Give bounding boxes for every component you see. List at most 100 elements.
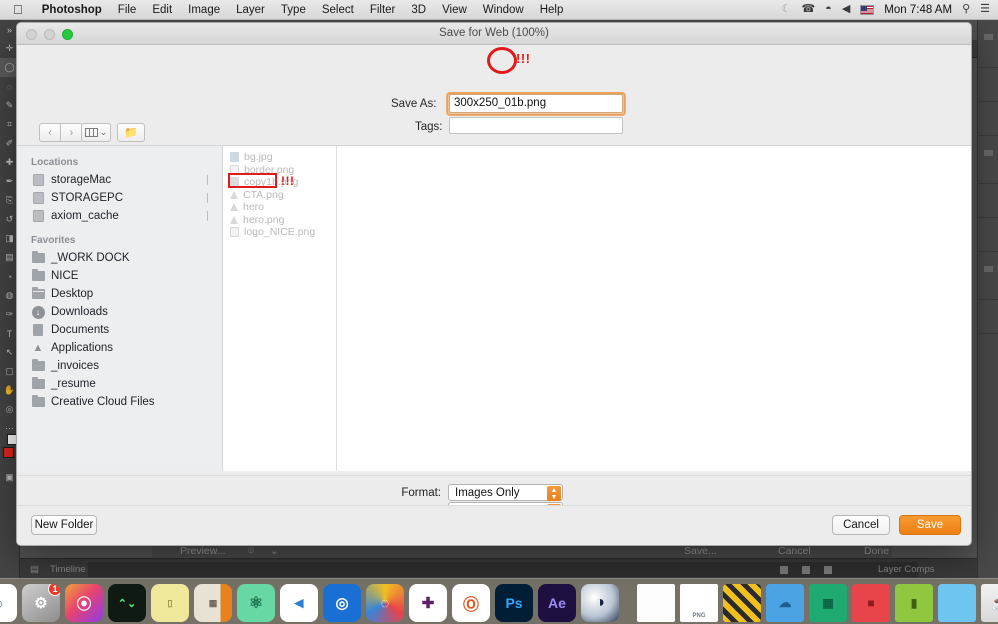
vscode-icon[interactable]: ◂ — [280, 584, 318, 622]
eject-icon[interactable]: ⏐ — [205, 211, 210, 222]
red-folder-icon[interactable]: ■ — [852, 584, 890, 622]
timeline-panel-label[interactable]: Timeline — [50, 564, 86, 575]
sidebar-item-storagepc[interactable]: STORAGEPC ⏐ — [17, 189, 222, 207]
format-dropdown[interactable]: Images Only ▲ ▼ — [448, 484, 563, 501]
list-item[interactable]: copy1b.png — [223, 176, 336, 189]
lime-folder-icon[interactable]: ▮ — [895, 584, 933, 622]
panel-icon-2[interactable] — [978, 68, 998, 102]
atom-icon[interactable]: ⚛ — [237, 584, 275, 622]
sfw-preview-button[interactable]: Preview... — [180, 545, 226, 557]
calendar-icon[interactable]: ▦ — [194, 584, 232, 622]
timeline-icon-2[interactable] — [802, 566, 810, 574]
list-item-hero[interactable]: hero — [223, 201, 336, 214]
sidebar-item-storagemac[interactable]: storageMac ⏐ — [17, 171, 222, 189]
creative-cloud-icon[interactable]: ⦿ — [65, 584, 103, 622]
menu-filter[interactable]: Filter — [362, 4, 404, 16]
stickies-icon[interactable]: ▯ — [151, 584, 189, 622]
spotlight-search-icon[interactable]: ⚲ — [962, 4, 970, 15]
lightblue-folder-icon[interactable] — [938, 584, 976, 622]
panel-icon-5[interactable] — [978, 184, 998, 218]
new-folder-icon[interactable]: 📁 — [117, 123, 145, 142]
document-stack-icon[interactable] — [637, 584, 675, 622]
phone-handset-icon[interactable]: ☎ — [801, 4, 815, 15]
png-file-icon[interactable]: PNG — [680, 584, 718, 622]
sketch-icon[interactable]: ◌ — [366, 584, 404, 622]
sidebar-label: Downloads — [51, 306, 108, 318]
menu-window[interactable]: Window — [475, 4, 532, 16]
green-folder-icon[interactable]: ▦ — [809, 584, 847, 622]
panel-icon-1[interactable] — [978, 34, 998, 68]
cancel-button[interactable]: Cancel — [832, 515, 890, 535]
sidebar-item-documents[interactable]: Documents — [17, 321, 222, 339]
new-folder-button[interactable]: New Folder — [31, 515, 97, 535]
list-item[interactable]: border.png — [223, 164, 336, 177]
activity-monitor-icon[interactable]: ⌃⌄ — [108, 584, 146, 622]
us-flag-icon[interactable] — [860, 4, 875, 15]
panel-icon-3[interactable] — [978, 102, 998, 136]
list-item[interactable]: logo_NICE.png — [223, 226, 336, 239]
chevron-left-icon[interactable]: ‹ — [39, 123, 61, 142]
menu-layer[interactable]: Layer — [228, 4, 273, 16]
sfw-zoom-level-icon[interactable]: ⌾ — [248, 545, 254, 558]
chevron-right-icon[interactable]: › — [61, 123, 83, 142]
layer-comps-panel-label[interactable]: Layer Comps — [878, 564, 935, 575]
eject-icon[interactable]: ⏐ — [205, 175, 210, 186]
list-item[interactable]: bg.jpg — [223, 151, 336, 164]
sfw-zoom-chevron-down-icon[interactable]: ⌄ — [270, 545, 279, 557]
trash-icon[interactable]: ☕ — [981, 584, 998, 622]
list-item[interactable]: CTA.png — [223, 189, 336, 202]
menu-view[interactable]: View — [434, 4, 475, 16]
sfw-cancel-button[interactable]: Cancel — [778, 545, 811, 557]
notification-center-icon[interactable]: ☰ — [980, 4, 990, 15]
slack-icon[interactable]: ✚ — [409, 584, 447, 622]
sidebar-item-resume[interactable]: _resume — [17, 375, 222, 393]
save-button[interactable]: Save — [899, 515, 961, 535]
sfw-save-button[interactable]: Save... — [684, 545, 717, 557]
panel-toggle-icon[interactable]: ▤ — [30, 564, 39, 575]
sidebar-item-work-dock[interactable]: _WORK DOCK — [17, 249, 222, 267]
sfw-done-button[interactable]: Done — [864, 545, 889, 557]
system-preferences-icon[interactable]: ⚙ 1 — [22, 584, 60, 622]
after-effects-icon[interactable]: Ae — [538, 584, 576, 622]
apple-icon[interactable]:  — [0, 3, 34, 16]
eject-icon[interactable]: ⏐ — [205, 193, 210, 204]
menu-bar-clock[interactable]: Mon 7:48 AM — [884, 4, 952, 16]
postman-icon[interactable]: ◎ — [323, 584, 361, 622]
timeline-track[interactable] — [88, 562, 918, 577]
sidebar-item-invoices[interactable]: _invoices — [17, 357, 222, 375]
wifi-icon[interactable]: ◓ — [825, 4, 832, 15]
timeline-icon-3[interactable] — [824, 566, 832, 574]
photoshop-icon[interactable]: Ps — [495, 584, 533, 622]
menu-photoshop[interactable]: Photoshop — [34, 4, 110, 16]
volume-icon[interactable]: ◀ — [842, 4, 850, 15]
sidebar-item-downloads[interactable]: ↓ Downloads — [17, 303, 222, 321]
cinema4d-icon[interactable]: ◑ — [581, 584, 619, 622]
save-as-input[interactable]: 300x250_01b.png — [447, 92, 625, 115]
menu-3d[interactable]: 3D — [403, 4, 434, 16]
panel-icon-4[interactable] — [978, 150, 998, 184]
menu-image[interactable]: Image — [180, 4, 228, 16]
menu-file[interactable]: File — [110, 4, 145, 16]
photoshop-right-panel[interactable] — [977, 20, 998, 580]
column-view-icon[interactable]: ⌄ — [81, 123, 111, 142]
foreground-color-swatch[interactable] — [3, 447, 14, 458]
menu-type[interactable]: Type — [273, 4, 314, 16]
panel-icon-8[interactable] — [978, 300, 998, 334]
brave-icon[interactable]: Ⓞ — [452, 584, 490, 622]
finder-icon[interactable]: ☺ — [0, 584, 17, 622]
sidebar-item-nice[interactable]: NICE — [17, 267, 222, 285]
timeline-icon-1[interactable] — [780, 566, 788, 574]
menu-help[interactable]: Help — [532, 4, 572, 16]
menu-select[interactable]: Select — [314, 4, 362, 16]
sidebar-item-axiom-cache[interactable]: axiom_cache ⏐ — [17, 207, 222, 225]
sidebar-item-applications[interactable]: ▲ Applications — [17, 339, 222, 357]
blue-folder-icon[interactable]: ☁ — [766, 584, 804, 622]
menu-edit[interactable]: Edit — [144, 4, 180, 16]
list-item[interactable]: hero.png — [223, 214, 336, 227]
panel-icon-7[interactable] — [978, 266, 998, 300]
panel-icon-6[interactable] — [978, 218, 998, 252]
sidebar-item-desktop[interactable]: Desktop — [17, 285, 222, 303]
striped-folder-icon[interactable] — [723, 584, 761, 622]
bluetooth-icon[interactable]: ☾ — [782, 4, 792, 15]
sidebar-item-creative-cloud-files[interactable]: Creative Cloud Files — [17, 393, 222, 411]
